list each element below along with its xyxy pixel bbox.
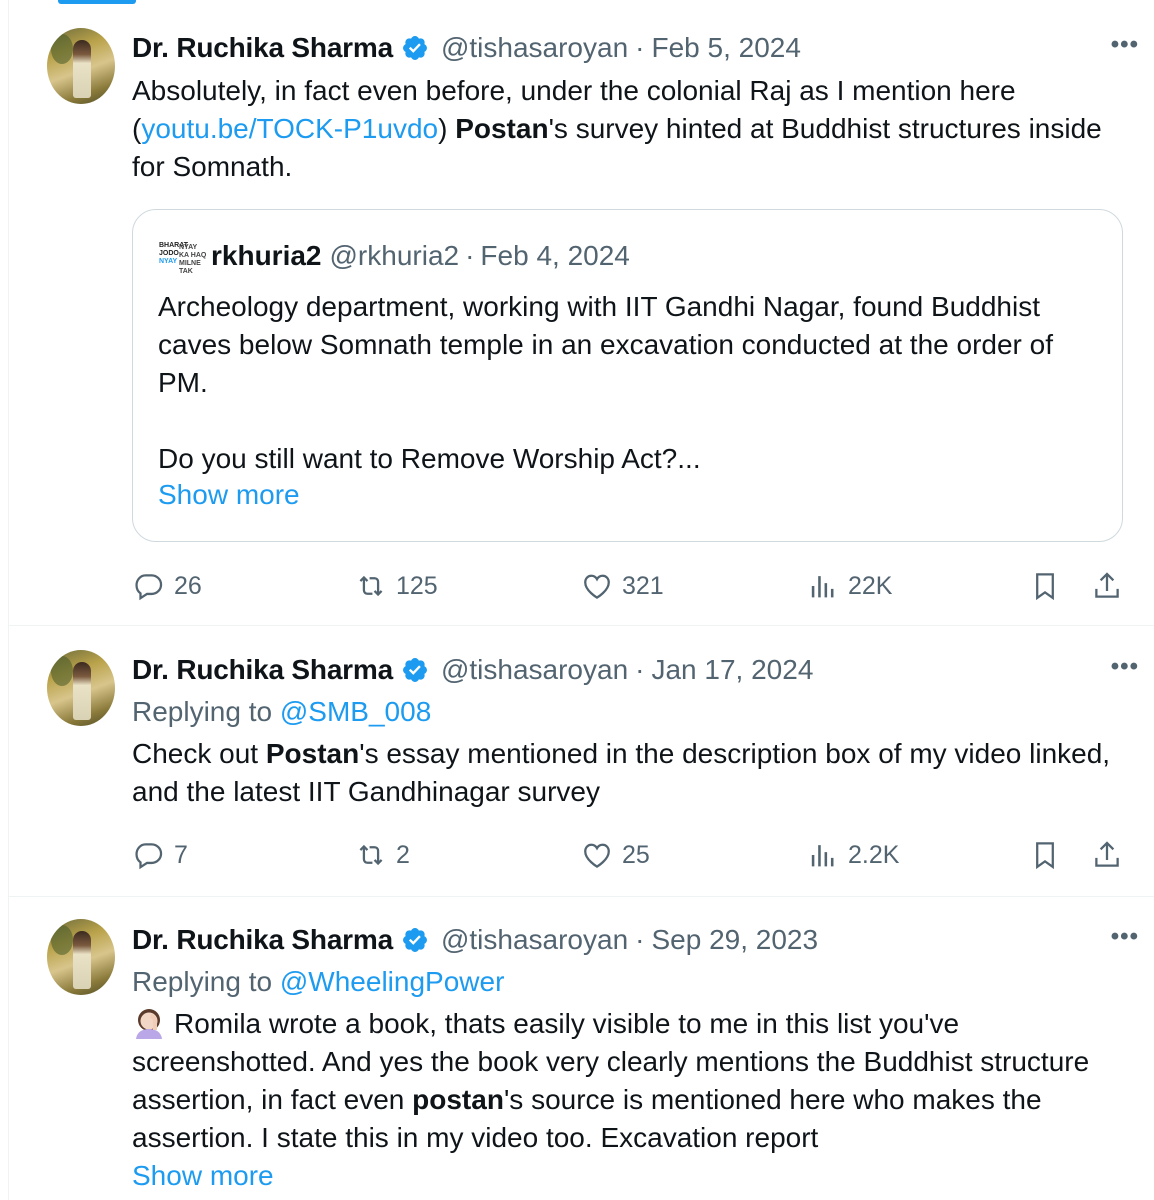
author-handle[interactable]: @tishasaroyan [441, 924, 628, 956]
like-button[interactable]: 25 [580, 835, 650, 875]
views-icon [811, 845, 834, 867]
tweet[interactable]: Dr. Ruchika Sharma @tishasaroyan · Feb 5… [9, 0, 1154, 626]
tweet-text: Check out Postan's essay mentioned in th… [132, 735, 1114, 811]
author-name[interactable]: Dr. Ruchika Sharma [132, 654, 393, 686]
quote-paragraph: Archeology department, working with IIT … [158, 291, 1053, 398]
highlight-term: Postan [265, 738, 360, 769]
views-button[interactable]: 2.2K [806, 835, 899, 875]
like-count: 321 [622, 571, 664, 600]
separator: · [635, 924, 645, 955]
tweet-text: Absolutely, in fact even before, under t… [132, 72, 1114, 186]
repost-count: 2 [396, 840, 410, 869]
author-name[interactable]: Dr. Ruchika Sharma [132, 32, 393, 64]
view-count: 2.2K [848, 840, 900, 869]
action-bar: 26 125 321 22K [132, 566, 1132, 606]
action-bar: 7 2 25 2.2K [132, 835, 1132, 875]
quote-date: Feb 4, 2024 [480, 240, 630, 271]
tweet-header: Dr. Ruchika Sharma @tishasaroyan · Sep 2… [132, 923, 1154, 957]
more-options-icon[interactable]: ••• [1111, 653, 1139, 681]
author-name[interactable]: Dr. Ruchika Sharma [132, 924, 393, 956]
verified-badge-icon [402, 36, 427, 60]
more-options-icon[interactable]: ••• [1111, 923, 1139, 951]
separator: · [635, 654, 645, 685]
like-button[interactable]: 321 [580, 566, 664, 606]
youtube-link[interactable]: youtu.be/TOCK-P1uvdo [141, 113, 438, 144]
reply-button[interactable]: 7 [132, 835, 188, 875]
author-handle[interactable]: @tishasaroyan [441, 654, 628, 686]
replying-label: Replying to [132, 966, 280, 997]
reply-button[interactable]: 26 [132, 566, 202, 606]
replying-to: Replying to @WheelingPower [132, 964, 504, 1000]
more-options-icon[interactable]: ••• [1111, 31, 1139, 59]
author-handle[interactable]: @tishasaroyan [441, 32, 628, 64]
avatar[interactable] [47, 650, 115, 726]
bookmark-button[interactable] [1028, 835, 1070, 875]
quote-show-more-link[interactable]: Show more [158, 479, 300, 511]
view-count: 22K [848, 571, 893, 600]
replying-label: Replying to [132, 696, 280, 727]
tweet-date[interactable]: Sep 29, 2023 [651, 924, 818, 956]
verified-badge-icon [402, 658, 427, 682]
text-segment: Check out [132, 738, 266, 769]
show-more-link[interactable]: Show more [132, 1160, 274, 1192]
reply-icon [135, 574, 163, 601]
quote-text: Archeology department, working with IIT … [158, 288, 1102, 478]
views-icon [811, 576, 834, 598]
bookmark-icon [1036, 842, 1054, 870]
replying-to-handle[interactable]: @WheelingPower [280, 966, 505, 997]
text-segment: ) [438, 113, 456, 144]
reply-count: 7 [174, 840, 188, 869]
quoted-tweet[interactable]: BHARAT JODO NYAY NYAY KA HAQ MILNE TAK rkhu… [132, 209, 1123, 542]
avatar[interactable] [47, 28, 115, 104]
share-icon [1095, 572, 1119, 598]
heart-icon [584, 574, 610, 599]
reply-icon [135, 843, 163, 870]
repost-button[interactable]: 2 [354, 835, 410, 875]
separator: · [465, 240, 475, 271]
replying-to-handle[interactable]: @SMB_008 [280, 696, 431, 727]
tweet-date[interactable]: Feb 5, 2024 [651, 32, 800, 64]
heart-icon [584, 843, 610, 868]
quote-author-name: rkhuria2 [211, 240, 322, 271]
share-button[interactable] [1090, 835, 1132, 875]
quote-header: BHARAT JODO NYAY NYAY KA HAQ MILNE TAK rkhu… [159, 240, 630, 275]
highlight-term: Postan [455, 113, 549, 144]
highlight-term: postan [412, 1084, 504, 1115]
face-palm-woman-icon [136, 1009, 162, 1039]
views-button[interactable]: 22K [806, 566, 892, 606]
like-count: 25 [622, 840, 650, 869]
reply-count: 26 [174, 571, 202, 600]
tweet[interactable]: Dr. Ruchika Sharma @tishasaroyan · Sep 2… [9, 898, 1154, 1200]
repost-button[interactable]: 125 [354, 566, 438, 606]
quote-paragraph: Do you still want to Remove Worship Act?… [158, 443, 701, 474]
replying-to: Replying to @SMB_008 [132, 694, 431, 730]
share-icon [1095, 841, 1119, 867]
quote-avatar: BHARAT JODO NYAY NYAY KA HAQ MILNE TAK [159, 240, 207, 275]
tweet-header: Dr. Ruchika Sharma @tishasaroyan · Jan 1… [132, 653, 1154, 687]
tweet-text: Romila wrote a book, thats easily visibl… [132, 1005, 1114, 1157]
separator: · [635, 32, 645, 63]
repost-icon [359, 844, 383, 866]
avatar[interactable] [47, 919, 115, 995]
tweet-header: Dr. Ruchika Sharma @tishasaroyan · Feb 5… [132, 31, 1154, 65]
quote-author-handle: @rkhuria2 [329, 240, 460, 271]
repost-icon [359, 575, 383, 597]
bookmark-button[interactable] [1028, 566, 1070, 606]
share-button[interactable] [1090, 566, 1132, 606]
repost-count: 125 [396, 571, 438, 600]
tweet-date[interactable]: Jan 17, 2024 [651, 654, 813, 686]
bookmark-icon [1036, 573, 1054, 601]
verified-badge-icon [402, 928, 427, 952]
tweet[interactable]: Dr. Ruchika Sharma @tishasaroyan · Jan 1… [9, 627, 1154, 897]
